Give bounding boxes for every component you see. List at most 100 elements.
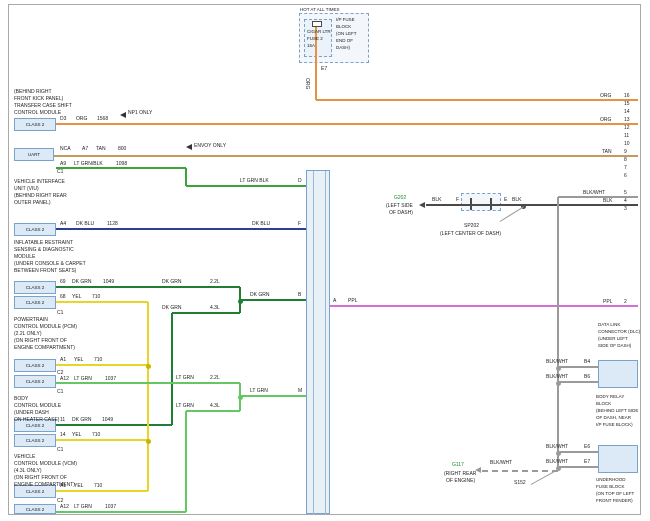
wire-pin-label: A1 <box>60 358 66 364</box>
dlc-pin-number: 4 <box>624 199 627 205</box>
fuse-symbol <box>312 21 322 27</box>
wire-pin-label: 14 <box>60 433 66 439</box>
fuse-output-pin-label: E7 <box>321 67 327 73</box>
splice-dot <box>556 451 561 456</box>
underhood-name-line: FUSE BLOCK <box>596 484 625 489</box>
ltgrnblk-viu-drop <box>185 168 187 186</box>
underhood-name-line: FRONT FENDER) <box>596 498 633 503</box>
wire-circuit-label: 1568 <box>97 117 108 123</box>
wire-pin-label: E6 <box>584 445 590 451</box>
bus-terminal-label: B <box>298 293 301 299</box>
g117-ground-link[interactable]: G117 <box>452 463 464 469</box>
viu-nca-label: NCA <box>60 147 71 153</box>
box-label: CLASS 2 <box>26 379 45 384</box>
g117-location-line: (RIGHT REAR <box>444 472 476 478</box>
bcm-name-line: (UNDER DASH <box>14 411 49 417</box>
class2-box-bcm-2: CLASS 2 <box>14 375 56 388</box>
wire-color-label: DK BLU <box>76 222 94 228</box>
wire-pin-label: B4 <box>584 360 590 366</box>
s152-splice-label: S152 <box>514 481 526 487</box>
underhood-name-line: UNDERHOOD <box>596 477 626 482</box>
wire-pin-label: B6 <box>584 375 590 381</box>
splice-dot <box>238 299 243 304</box>
g202-location-line: OF DASH) <box>389 211 413 217</box>
wire-pin-label: 69 <box>60 280 66 286</box>
box-label: CLASS 2 <box>26 489 45 494</box>
class2-box-pcm-2: CLASS 2 <box>14 296 56 309</box>
wire-color-tag: LT GRN BLK <box>240 179 269 185</box>
ltgrn-bottom-riser <box>185 411 187 512</box>
wire-color-tag: LT GRN <box>176 404 194 410</box>
np1-only-tag: NP1 ONLY <box>128 111 152 117</box>
bus-rail-line <box>325 171 326 515</box>
yel-vcm <box>56 439 148 441</box>
org-feed-to-dlc <box>316 99 638 101</box>
blkwht-bodyrelay-2 <box>558 381 598 383</box>
connector-id-label: C1 <box>57 311 63 317</box>
dlc-pin-number: 16 <box>624 94 630 100</box>
dlc-pin-number: 14 <box>624 110 630 116</box>
dkblu-sdm-to-bus <box>56 228 306 230</box>
wire-circuit-label: 710 <box>94 358 102 364</box>
dlc-pin-number: 9 <box>624 150 627 156</box>
tan-uart-to-dlc <box>54 155 638 157</box>
bus-terminal-label: A <box>333 299 336 305</box>
vcm-name-line: (4.3L ONLY) <box>14 469 42 475</box>
fuse-name-line: FUSE 2 <box>307 36 323 41</box>
pcm-name-line: (2.2L ONLY) <box>14 332 42 338</box>
dlc-pin-number: 10 <box>624 142 630 148</box>
fuse-name-line: CIGAR LTR <box>307 29 331 34</box>
body-relay-name-line: I/P FUSE BLOCK) <box>596 422 633 427</box>
inline-connector-box <box>461 193 501 211</box>
engine-option-tag: 2.2L <box>210 376 220 382</box>
splice-dot <box>556 381 561 386</box>
class2-box-sdm: CLASS 2 <box>14 223 56 236</box>
connector-terminal-label: E <box>504 198 507 204</box>
wire-color-label: YEL <box>74 484 83 490</box>
dlc-pin-number: 15 <box>624 102 630 108</box>
sp202-location-line: (LEFT CENTER OF DASH) <box>440 232 501 238</box>
np1-arrow-icon <box>120 112 126 118</box>
wire-circuit-label: 710 <box>92 433 100 439</box>
wire-color-tag: BLK/WHT <box>546 445 568 451</box>
wire-color-label: YEL <box>72 295 81 301</box>
viu-name-line: (BEHIND RIGHT REAR <box>14 194 67 200</box>
box-label: CLASS 2 <box>26 227 45 232</box>
dlc-pin-wire-label: ORG <box>600 118 611 124</box>
wire-circuit-label: 1037 <box>105 377 116 383</box>
class2-box-pcm-1: CLASS 2 <box>14 281 56 294</box>
splice-dot <box>238 395 243 400</box>
ip-fuse-block-name-line: I/P FUSE <box>336 17 355 22</box>
class2-box-vcm-2: CLASS 2 <box>14 434 56 447</box>
box-label: CLASS 2 <box>26 507 45 512</box>
dlc-pin-number: 3 <box>624 207 627 213</box>
g202-ground-arrow-icon <box>419 202 425 208</box>
dkgrn-43l <box>172 312 240 314</box>
connector-terminal-tick <box>490 198 492 210</box>
pcm-name-line: CONTROL MODULE (PCM) <box>14 325 77 331</box>
ip-fuse-block-name-line: BLOCK <box>336 24 351 29</box>
box-label: UART <box>28 152 40 157</box>
wire-color-tag: DK GRN <box>162 306 181 312</box>
wire-circuit-label: 1049 <box>103 280 114 286</box>
sdm-name-line: INFLATABLE RESTRAINT <box>14 241 73 247</box>
yel-riser <box>147 302 149 491</box>
class2-box-bottom-2: CLASS 2 <box>14 504 56 514</box>
splice-dot <box>556 366 561 371</box>
ltgrnblk-to-bus <box>186 185 306 187</box>
tccm-name-line: FRONT KICK PANEL) <box>14 97 63 103</box>
yel-pcm <box>56 301 148 303</box>
wire-pin-label: 68 <box>60 295 66 301</box>
dlc-pin-number: 7 <box>624 166 627 172</box>
wire-color-label: LT GRN/BLK <box>74 162 103 168</box>
class2-bus-bar <box>306 170 330 514</box>
body-relay-block-box <box>598 360 638 388</box>
blkwht-underhood-2 <box>558 466 598 468</box>
pcm-name-line: (ON RIGHT FRONT OF <box>14 339 67 345</box>
dlc-pin-wire-label: PPL <box>603 300 612 306</box>
sdm-name-line: MODULE <box>14 255 35 261</box>
blkwht-underhood-1 <box>558 451 598 453</box>
viu-name-line: UNIT (VIU) <box>14 187 39 193</box>
g202-ground-link[interactable]: G202 <box>394 196 406 202</box>
wire-color-tag: BLK/WHT <box>546 360 568 366</box>
